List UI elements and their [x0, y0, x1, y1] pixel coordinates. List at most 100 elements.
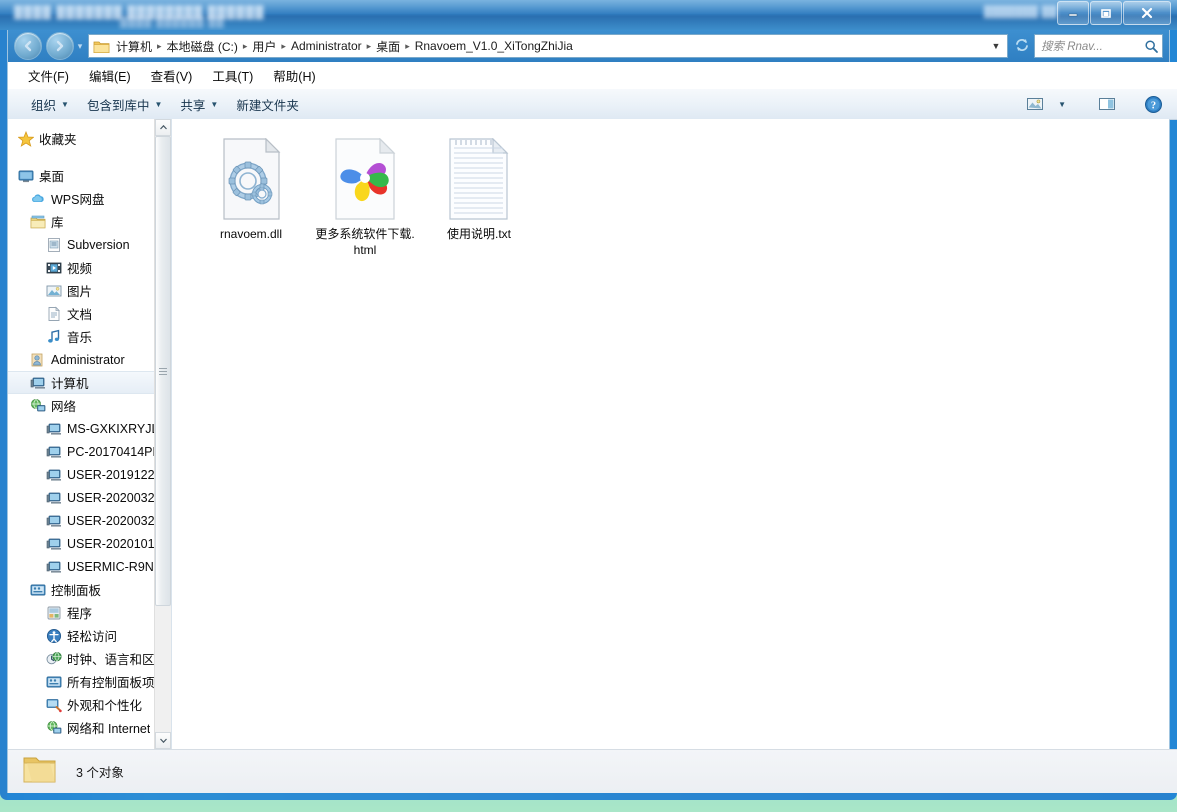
- sidebar-item-17[interactable]: USER-20201017I: [8, 532, 171, 555]
- back-arrow-icon: [24, 40, 32, 52]
- sidebar-item-label: 网络和 Internet: [67, 722, 151, 736]
- sidebar-item-6[interactable]: 图片: [8, 279, 171, 302]
- share-label: 共享: [180, 98, 206, 113]
- sidebar-item-19[interactable]: 控制面板: [8, 578, 171, 601]
- refresh-button[interactable]: [1010, 37, 1034, 56]
- scroll-up-button[interactable]: [155, 119, 171, 136]
- computer-icon: [46, 513, 62, 529]
- status-folder-icon: [22, 753, 58, 790]
- scroll-down-button[interactable]: [155, 732, 171, 749]
- chevron-up-icon: [159, 125, 167, 130]
- breadcrumb-item-0[interactable]: 计算机: [112, 36, 156, 57]
- sidebar-item-20[interactable]: 程序: [8, 601, 171, 624]
- sidebar-item-label: USER-20200326: [67, 513, 162, 528]
- sidebar-item-21[interactable]: 轻松访问: [8, 624, 171, 647]
- title-bar[interactable]: ████ ███████ ████████ ██████ ████ ██████…: [0, 0, 1177, 30]
- sidebar-item-13[interactable]: PC-20170414PM: [8, 440, 171, 463]
- preview-pane-button[interactable]: [1092, 92, 1122, 116]
- sidebar-item-1[interactable]: 桌面: [8, 164, 171, 187]
- sidebar-item-label: MS-GXKIXRYJLV: [67, 421, 166, 436]
- recent-pages-dropdown[interactable]: ▾: [74, 41, 86, 52]
- minimize-button[interactable]: [1057, 1, 1089, 25]
- breadcrumb-item-3[interactable]: Administrator: [287, 37, 366, 55]
- file-name-label: 使用说明.txt: [446, 227, 511, 241]
- search-placeholder: 搜索 Rnav...: [1041, 41, 1103, 53]
- sidebar-item-label: 图片: [67, 285, 93, 299]
- sidebar-item-2[interactable]: WPS网盘: [8, 187, 171, 210]
- sidebar-item-3[interactable]: 库: [8, 210, 171, 233]
- change-view-button[interactable]: [1020, 92, 1050, 116]
- file-item-html[interactable]: 更多系统软件下载.html: [308, 133, 422, 263]
- menu-help[interactable]: 帮助(H): [263, 62, 325, 89]
- help-button[interactable]: ?: [1138, 91, 1169, 118]
- view-mode-icon: [1027, 98, 1044, 110]
- close-button[interactable]: [1123, 1, 1171, 25]
- sidebar-item-11[interactable]: 网络: [8, 394, 171, 417]
- video-icon: [46, 260, 62, 276]
- sidebar-item-label: 轻松访问: [67, 630, 118, 644]
- sidebar-item-25[interactable]: 网络和 Internet: [8, 716, 171, 739]
- menu-file[interactable]: 文件(F): [18, 62, 79, 89]
- organize-button[interactable]: 组织 ▼: [22, 90, 78, 119]
- include-in-library-button[interactable]: 包含到库中 ▼: [78, 90, 171, 119]
- search-input[interactable]: 搜索 Rnav...: [1034, 34, 1163, 58]
- file-item-dll[interactable]: rnavoem.dll: [194, 133, 308, 263]
- breadcrumb-item-4[interactable]: 桌面: [372, 36, 404, 57]
- menu-edit[interactable]: 编辑(E): [79, 62, 141, 89]
- file-item-txt[interactable]: 使用说明.txt: [422, 133, 536, 263]
- breadcrumb-item-5[interactable]: Rnavoem_V1.0_XiTongZhiJia: [411, 37, 577, 55]
- chevron-down-icon: ▼: [154, 99, 163, 109]
- sidebar-item-10[interactable]: 计算机: [8, 371, 171, 394]
- programs-icon: [46, 605, 62, 621]
- sidebar-item-18[interactable]: USERMIC-R9N2: [8, 555, 171, 578]
- sidebar-item-label: 时钟、语言和区域: [67, 653, 168, 667]
- computer-icon: [46, 444, 62, 460]
- file-grid: rnavoem.dll 更多系统软件下载.html 使用说明.txt: [172, 129, 1169, 263]
- sidebar-scroll-thumb[interactable]: [155, 136, 171, 606]
- breadcrumb[interactable]: 计算机 ▸ 本地磁盘 (C:) ▸ 用户 ▸ Administrator ▸ 桌…: [88, 34, 1008, 58]
- sidebar-item-4[interactable]: Subversion: [8, 233, 171, 256]
- share-button[interactable]: 共享 ▼: [171, 90, 227, 119]
- sidebar-item-15[interactable]: USER-20200320: [8, 486, 171, 509]
- sidebar-scrollbar[interactable]: [154, 119, 171, 749]
- html-file-icon-graphic: [335, 137, 396, 220]
- address-dropdown-icon[interactable]: ▼: [987, 41, 1005, 51]
- breadcrumb-item-2[interactable]: 用户: [248, 36, 280, 57]
- file-list-pane[interactable]: rnavoem.dll 更多系统软件下载.html 使用说明.txt: [172, 119, 1169, 749]
- maximize-button[interactable]: [1090, 1, 1122, 25]
- breadcrumb-item-1[interactable]: 本地磁盘 (C:): [163, 36, 242, 57]
- sidebar-item-5[interactable]: 视频: [8, 256, 171, 279]
- sidebar-item-23[interactable]: 所有控制面板项: [8, 670, 171, 693]
- menu-tools[interactable]: 工具(T): [202, 62, 263, 89]
- computer-icon: [46, 559, 62, 575]
- sidebar-item-label: WPS网盘: [51, 193, 105, 207]
- sidebar-item-label: USER-20200320: [67, 490, 162, 505]
- sidebar-item-22[interactable]: 时钟、语言和区域: [8, 647, 171, 670]
- status-bar: 3 个对象: [8, 749, 1177, 793]
- file-name-label: 更多系统软件下载.html: [315, 227, 415, 257]
- sidebar-item-0[interactable]: 收藏夹: [8, 127, 171, 150]
- computer-icon: [46, 536, 62, 552]
- sidebar-item-label: 桌面: [39, 170, 65, 184]
- sidebar-item-16[interactable]: USER-20200326: [8, 509, 171, 532]
- back-button[interactable]: [14, 32, 42, 60]
- navigation-pane: 收藏夹桌面 WPS网盘库 Subversion 视频图片文档音乐 Administrat…: [8, 119, 172, 749]
- sidebar-item-24[interactable]: 外观和个性化: [8, 693, 171, 716]
- toolbar-right-group: ▼ ?: [1020, 91, 1177, 118]
- sidebar-item-14[interactable]: USER-20191220I: [8, 463, 171, 486]
- sidebar-item-label: 文档: [67, 308, 93, 322]
- forward-button[interactable]: [46, 32, 74, 60]
- sidebar-item-7[interactable]: 文档: [8, 302, 171, 325]
- folder-icon: [23, 757, 56, 783]
- sidebar-item-label: USER-20201017I: [67, 536, 165, 551]
- sidebar-item-8[interactable]: 音乐: [8, 325, 171, 348]
- sidebar-item-label: 计算机: [51, 377, 89, 391]
- view-dropdown-button[interactable]: ▼: [1052, 96, 1072, 113]
- control-panel-icon: [46, 674, 62, 690]
- ease-of-access-icon: [46, 628, 62, 644]
- menu-view[interactable]: 查看(V): [141, 62, 203, 89]
- sidebar-item-label: 所有控制面板项: [67, 676, 155, 690]
- new-folder-button[interactable]: 新建文件夹: [227, 90, 308, 119]
- sidebar-item-12[interactable]: MS-GXKIXRYJLV: [8, 417, 171, 440]
- sidebar-item-9[interactable]: Administrator: [8, 348, 171, 371]
